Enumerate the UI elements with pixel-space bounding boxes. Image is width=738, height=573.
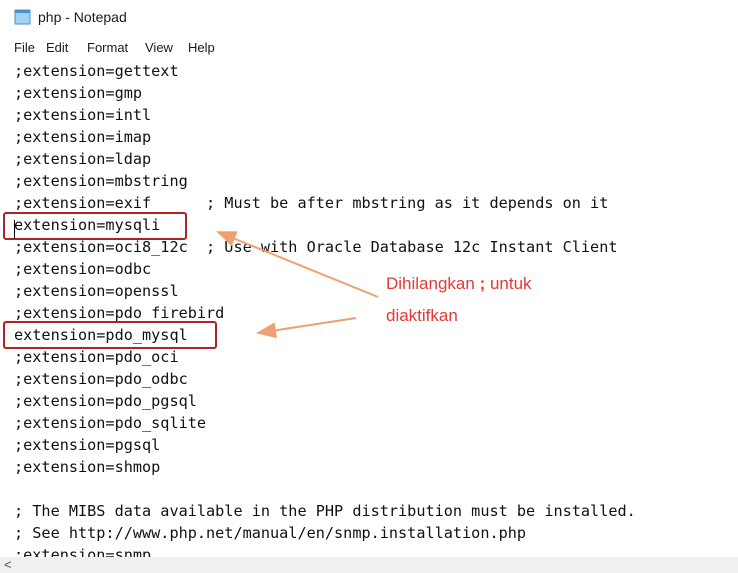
notepad-icon (14, 9, 31, 25)
title-bar: php - Notepad (0, 0, 738, 36)
editor-line: ;extension=gmp (14, 84, 143, 102)
editor-line: ; See http://www.php.net/manual/en/snmp.… (14, 524, 527, 542)
scroll-left-icon[interactable]: < (4, 557, 12, 572)
editor-line: ;extension=pdo_odbc (14, 370, 188, 388)
annotation-part: untuk (485, 274, 532, 293)
editor-line: ;extension=shmop (14, 458, 161, 476)
annotation-line-1: Dihilangkan ; untuk (386, 268, 532, 300)
editor-line: ;extension=pdo_pgsql (14, 392, 197, 410)
editor-line: ;extension=imap (14, 128, 152, 146)
editor-line: ;extension=pdo_sqlite (14, 414, 207, 432)
menu-format[interactable]: Format (87, 40, 128, 55)
menu-edit[interactable]: Edit (46, 40, 68, 55)
editor-line: ;extension=odbc (14, 260, 152, 278)
highlight-box-mysqli (3, 212, 187, 240)
menu-view[interactable]: View (145, 40, 173, 55)
editor-line: ;extension=ldap (14, 150, 152, 168)
editor-line: ;extension=pdo_oci (14, 348, 179, 366)
window-title: php - Notepad (38, 9, 127, 25)
annotation-text: Dihilangkan ; untuk diaktifkan (386, 268, 532, 332)
editor-line: ;extension=openssl (14, 282, 179, 300)
editor-line: ;extension=intl (14, 106, 152, 124)
horizontal-scrollbar[interactable]: < (0, 557, 738, 573)
annotation-line-2: diaktifkan (386, 306, 458, 325)
annotation-part: Dihilangkan (386, 274, 480, 293)
menu-file[interactable]: File (14, 40, 35, 55)
editor-line: ;extension=gettext (14, 62, 179, 80)
editor-line: ; The MIBS data available in the PHP dis… (14, 502, 636, 520)
editor-line: ;extension=pgsql (14, 436, 161, 454)
text-cursor (14, 220, 15, 239)
highlight-box-pdo-mysql (3, 321, 217, 349)
menu-help[interactable]: Help (188, 40, 215, 55)
editor-line: ;extension=snmp (14, 546, 152, 557)
text-editor[interactable]: ;extension=gettext ;extension=gmp ;exten… (0, 60, 738, 557)
menu-bar: File Edit Format View Help (0, 38, 738, 60)
editor-line: ;extension=exif ; Must be after mbstring… (14, 194, 609, 212)
editor-line: ;extension=mbstring (14, 172, 188, 190)
